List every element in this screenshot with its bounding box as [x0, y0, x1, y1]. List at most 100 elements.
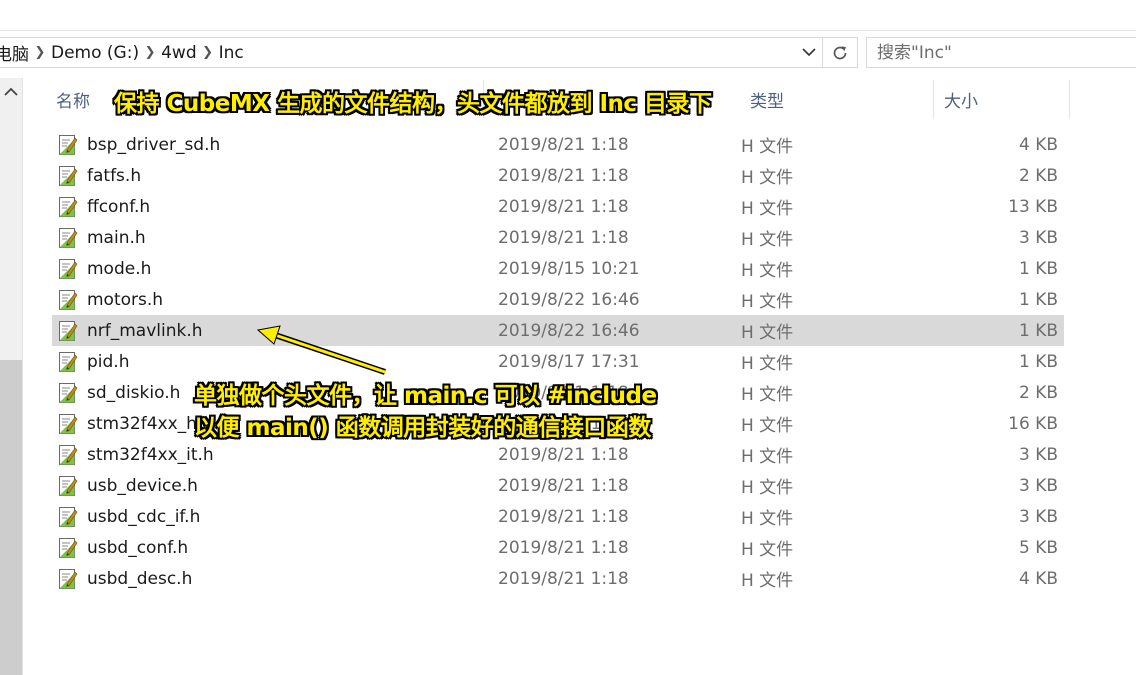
address-history-button[interactable]	[797, 38, 821, 67]
file-name: usb_device.h	[87, 475, 198, 496]
file-type: H 文件	[741, 571, 794, 591]
breadcrumb-item-4wd[interactable]: 4wd	[161, 43, 197, 63]
search-input[interactable]	[867, 41, 1134, 64]
file-row[interactable]: motors.h 2019/8/22 16:46 H 文件 1 KB	[52, 284, 1064, 315]
scroll-up-button[interactable]	[3, 86, 19, 102]
file-type: H 文件	[741, 323, 794, 343]
file-size: 1 KB	[1018, 351, 1058, 372]
h-file-icon	[57, 470, 79, 501]
chevron-right-icon[interactable]: ❯	[29, 45, 51, 60]
h-file-icon	[57, 253, 79, 284]
navigation-pane	[0, 78, 23, 675]
file-size: 2 KB	[1018, 382, 1058, 403]
h-file-icon	[57, 160, 79, 191]
file-type: H 文件	[741, 416, 794, 436]
file-explorer-window: 电脑 ❯ Demo (G:) ❯ 4wd ❯ Inc 搜索"Inc" 名称 类型…	[0, 0, 1136, 675]
breadcrumb-item-computer[interactable]: 电脑	[0, 40, 29, 65]
file-row[interactable]: pid.h 2019/8/17 17:31 H 文件 1 KB	[52, 346, 1064, 377]
file-row[interactable]: stm32f4xx_it.h 2019/8/21 1:18 H 文件 3 KB	[52, 439, 1064, 470]
file-date: 2019/8/15 10:21	[498, 258, 640, 279]
file-date: 2019/8/21 1:18	[498, 196, 629, 217]
file-name: usbd_desc.h	[87, 568, 193, 589]
file-size: 3 KB	[1018, 227, 1058, 248]
file-row[interactable]: usbd_desc.h 2019/8/21 1:18 H 文件 4 KB	[52, 563, 1064, 594]
file-size: 13 KB	[1008, 196, 1058, 217]
h-file-icon	[57, 408, 79, 439]
file-date: 2019/8/21 1:18	[498, 134, 629, 155]
file-row[interactable]: usb_device.h 2019/8/21 1:18 H 文件 3 KB	[52, 470, 1064, 501]
column-header-name-label: 名称	[56, 91, 90, 112]
file-date: 2019/8/21 1:18	[498, 165, 629, 186]
file-row[interactable]: nrf_mavlink.h 2019/8/22 16:46 H 文件 1 KB	[52, 315, 1064, 346]
file-type: H 文件	[741, 354, 794, 374]
breadcrumb-item-drive[interactable]: Demo (G:)	[51, 43, 139, 63]
column-header-size[interactable]: 大小	[934, 80, 1070, 118]
refresh-button[interactable]	[822, 38, 857, 67]
file-type: H 文件	[741, 385, 794, 405]
file-type: H 文件	[741, 199, 794, 219]
breadcrumb-item-inc[interactable]: Inc	[219, 43, 244, 63]
address-bar[interactable]: 电脑 ❯ Demo (G:) ❯ 4wd ❯ Inc	[0, 37, 858, 68]
file-name: stm32f4xx_h	[87, 413, 197, 434]
file-name: bsp_driver_sd.h	[87, 134, 221, 155]
file-type: H 文件	[741, 509, 794, 529]
file-size: 3 KB	[1018, 506, 1058, 527]
file-row[interactable]: ffconf.h 2019/8/21 1:18 H 文件 13 KB	[52, 191, 1064, 222]
file-list: bsp_driver_sd.h 2019/8/21 1:18 H 文件 4 KB fat…	[52, 129, 1064, 594]
file-row[interactable]: bsp_driver_sd.h 2019/8/21 1:18 H 文件 4 KB	[52, 129, 1064, 160]
file-type: H 文件	[741, 230, 794, 250]
h-file-icon	[57, 532, 79, 563]
file-size: 2 KB	[1018, 165, 1058, 186]
file-type: H 文件	[741, 447, 794, 467]
file-name: pid.h	[87, 351, 130, 372]
annotation-top: 保持 CubeMX 生成的文件结构，头文件都放到 Inc 目录下	[114, 91, 712, 117]
file-size: 4 KB	[1018, 568, 1058, 589]
column-header-type[interactable]: 类型	[724, 80, 934, 118]
file-date: 2019/8/21 1:18	[498, 537, 629, 558]
breadcrumb: 电脑 ❯ Demo (G:) ❯ 4wd ❯ Inc	[0, 38, 244, 67]
h-file-icon	[57, 377, 79, 408]
file-date: 2019/8/21 1:18	[498, 506, 629, 527]
file-size: 3 KB	[1018, 475, 1058, 496]
scrollbar-thumb[interactable]	[0, 360, 22, 675]
h-file-icon	[57, 222, 79, 253]
file-date: 2019/8/17 17:31	[498, 351, 640, 372]
file-type: H 文件	[741, 478, 794, 498]
file-row[interactable]: usbd_conf.h 2019/8/21 1:18 H 文件 5 KB	[52, 532, 1064, 563]
file-date: 2019/8/21 1:18	[498, 444, 629, 465]
file-size: 1 KB	[1018, 320, 1058, 341]
file-size: 16 KB	[1008, 413, 1058, 434]
file-name: nrf_mavlink.h	[87, 320, 203, 341]
file-size: 1 KB	[1018, 289, 1058, 310]
annotation-middle-line2: 以便 main() 函数调用封装好的通信接口函数	[194, 415, 651, 441]
column-header-type-label: 类型	[750, 91, 784, 112]
h-file-icon	[57, 129, 79, 160]
file-name: stm32f4xx_it.h	[87, 444, 214, 465]
search-box[interactable]	[866, 37, 1136, 68]
chevron-right-icon[interactable]: ❯	[139, 45, 161, 60]
file-row[interactable]: mode.h 2019/8/15 10:21 H 文件 1 KB	[52, 253, 1064, 284]
file-row[interactable]: main.h 2019/8/21 1:18 H 文件 3 KB	[52, 222, 1064, 253]
file-row[interactable]: fatfs.h 2019/8/21 1:18 H 文件 2 KB	[52, 160, 1064, 191]
h-file-icon	[57, 315, 79, 346]
file-name: motors.h	[87, 289, 164, 310]
h-file-icon	[57, 284, 79, 315]
ribbon-strip	[0, 0, 1136, 31]
file-size: 1 KB	[1018, 258, 1058, 279]
file-row[interactable]: usbd_cdc_if.h 2019/8/21 1:18 H 文件 3 KB	[52, 501, 1064, 532]
file-size: 5 KB	[1018, 537, 1058, 558]
file-name: main.h	[87, 227, 146, 248]
chevron-down-icon	[802, 48, 816, 57]
refresh-icon	[833, 45, 847, 59]
file-date: 2019/8/21 1:18	[498, 227, 629, 248]
column-header-size-label: 大小	[944, 91, 978, 112]
file-name: ffconf.h	[87, 196, 151, 217]
file-date: 2019/8/22 16:46	[498, 289, 640, 310]
file-name: fatfs.h	[87, 165, 142, 186]
h-file-icon	[57, 563, 79, 594]
file-name: usbd_cdc_if.h	[87, 506, 201, 527]
file-type: H 文件	[741, 168, 794, 188]
h-file-icon	[57, 501, 79, 532]
file-date: 2019/8/21 1:18	[498, 475, 629, 496]
chevron-right-icon[interactable]: ❯	[197, 45, 219, 60]
